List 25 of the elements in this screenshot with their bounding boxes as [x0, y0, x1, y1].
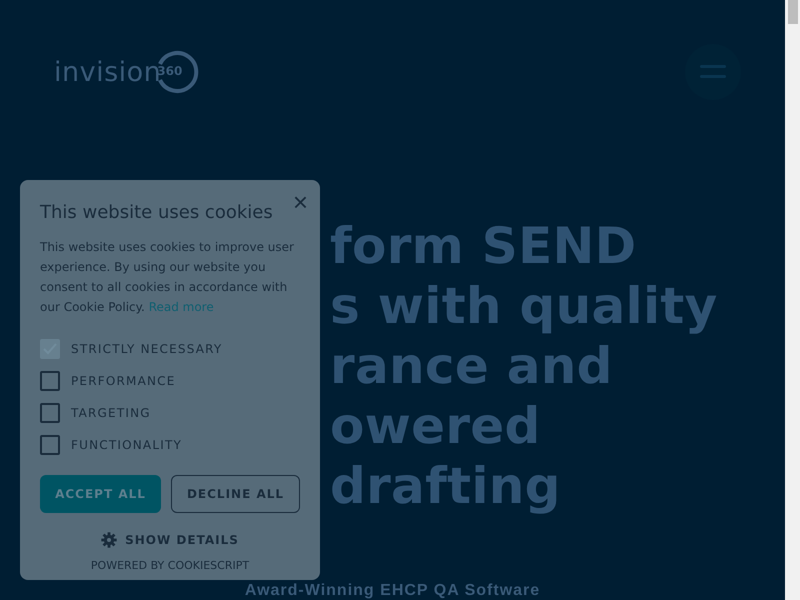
scrollbar[interactable]: [785, 0, 800, 600]
hero-subtitle: Award-Winning EHCP QA Software: [244, 582, 540, 600]
read-more-link[interactable]: Read more: [148, 300, 214, 314]
gear-icon: [101, 532, 118, 548]
powered-by-text: POWERED BY COOKIESCRIPT: [90, 559, 250, 572]
checkbox[interactable]: [40, 435, 60, 455]
dialog-title: This website uses cookies: [40, 202, 274, 223]
option-label: PERFORMANCE: [71, 374, 176, 388]
hero-heading-line: form SEND: [330, 216, 636, 276]
close-button[interactable]: ×: [292, 188, 308, 216]
option-label: FUNCTIONALITY: [71, 438, 182, 452]
accept-button[interactable]: ACCEPT ALL: [40, 475, 161, 513]
scrollbar-thumb[interactable]: [788, 0, 798, 24]
option-label: TARGETING: [71, 406, 151, 420]
decline-button[interactable]: DECLINE ALL: [171, 475, 300, 513]
hero-heading-line: owered: [330, 396, 541, 456]
checkbox[interactable]: [40, 403, 60, 423]
checkbox[interactable]: [40, 371, 60, 391]
hero-heading-line: s with quality: [330, 276, 718, 336]
show-details-button[interactable]: SHOW DETAILS: [95, 531, 245, 549]
option-label: STRICTLY NECESSARY: [71, 342, 222, 356]
hero-heading-line: drafting: [330, 456, 561, 516]
hero-heading-line: rance and: [330, 336, 613, 396]
menu-icon: [700, 64, 726, 80]
dialog-text: This website uses cookies to improve user experience. By using our website you consent to all cookies in accordance with our Cookie Policy. Read more: [40, 239, 295, 316]
